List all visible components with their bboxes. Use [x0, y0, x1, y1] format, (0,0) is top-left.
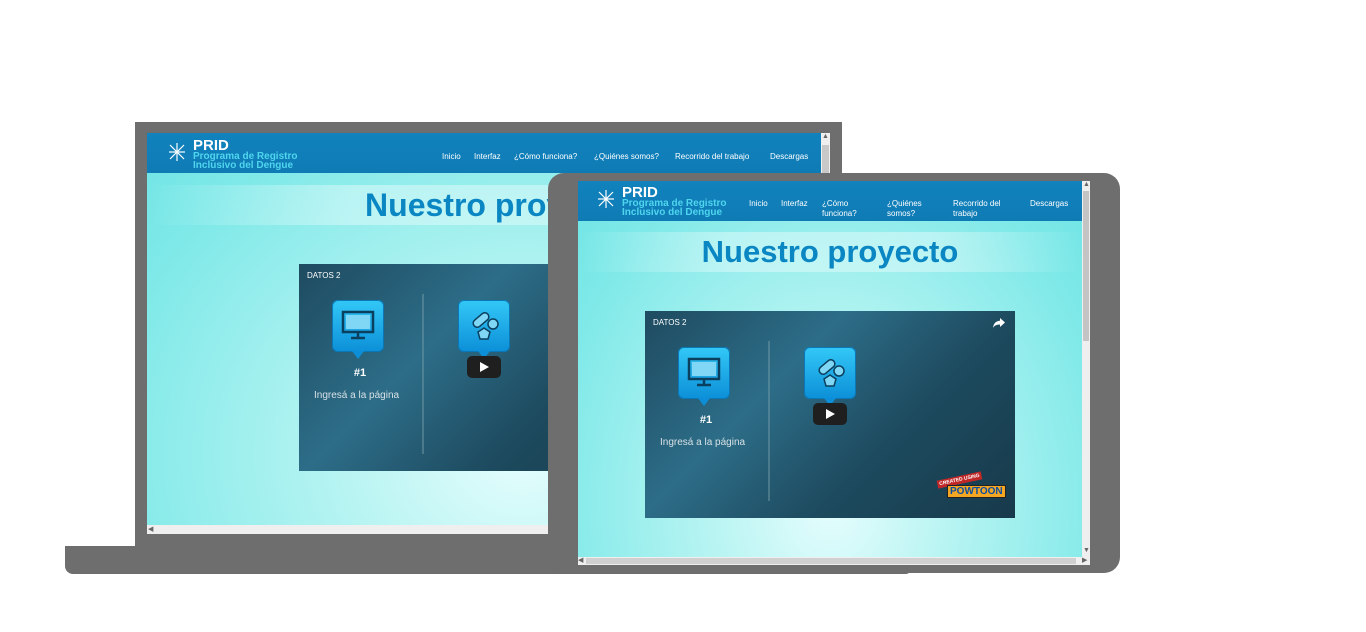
scroll-right-icon[interactable]: ▶ — [1082, 557, 1087, 565]
nav-recorrido-line1: Recorrido del — [953, 199, 1001, 208]
nav-inicio[interactable]: Inicio — [749, 199, 768, 209]
monitor-icon — [341, 310, 375, 340]
nav-quienes-somos[interactable]: ¿Quiénes somos? — [887, 199, 922, 219]
pills-tile — [458, 300, 510, 359]
scrollbar-thumb[interactable] — [1083, 191, 1089, 341]
nav-recorrido[interactable]: Recorrido del trabajo — [953, 199, 1001, 219]
page-title: Nuestro proyecto — [701, 234, 959, 269]
site-header: PRID Programa de Registro Inclusivo del … — [578, 181, 1082, 221]
video-player[interactable]: DATOS 2 #1 Ingresá a la página — [645, 311, 1015, 518]
video-title: DATOS 2 — [653, 318, 687, 327]
mosquito-logo-icon — [169, 143, 185, 161]
powtoon-watermark[interactable]: CREATED USING POWTOON — [936, 471, 1007, 506]
monitor-tile — [678, 347, 730, 406]
pills-icon — [818, 359, 845, 387]
nav-quienes-somos[interactable]: ¿Quiénes somos? — [594, 152, 659, 162]
scroll-up-icon[interactable]: ▲ — [822, 133, 829, 141]
step-number: #1 — [353, 367, 367, 379]
scroll-down-icon[interactable]: ▼ — [1083, 547, 1090, 555]
nav-como-line2: funciona? — [822, 209, 857, 218]
video-title: DATOS 2 — [307, 271, 341, 280]
play-button[interactable] — [813, 403, 847, 425]
nav-recorrido[interactable]: Recorrido del trabajo — [675, 152, 749, 162]
scroll-up-icon[interactable]: ▲ — [1083, 181, 1090, 189]
nav-inicio[interactable]: Inicio — [442, 152, 461, 162]
tablet-vertical-scrollbar[interactable]: ▲ ▼ — [1082, 181, 1090, 557]
monitor-icon — [687, 357, 721, 387]
nav-quienes-line2: somos? — [887, 209, 916, 218]
pills-icon — [472, 312, 499, 340]
nav-como-funciona[interactable]: ¿Cómo funciona? — [822, 199, 857, 219]
mosquito-logo-icon — [598, 190, 614, 208]
watermark-brand: POWTOON — [947, 485, 1006, 498]
scrollbar-thumb[interactable] — [586, 558, 1076, 564]
nav-descargas[interactable]: Descargas — [1030, 199, 1068, 209]
tablet-horizontal-scrollbar[interactable]: ◀ ▶ — [578, 557, 1090, 565]
video-divider — [768, 341, 770, 501]
scroll-left-icon[interactable]: ◀ — [578, 557, 583, 565]
share-icon[interactable] — [992, 317, 1006, 329]
nav-interfaz[interactable]: Interfaz — [474, 152, 501, 162]
step-number: #1 — [699, 414, 713, 426]
brand-subtitle-2: Inclusivo del Dengue — [193, 160, 294, 171]
brand-subtitle-2: Inclusivo del Dengue — [622, 207, 723, 218]
nav-interfaz[interactable]: Interfaz — [781, 199, 808, 209]
scroll-left-icon[interactable]: ◀ — [148, 526, 153, 534]
nav-como-funciona[interactable]: ¿Cómo funciona? — [514, 152, 577, 162]
step-text: Ingresá a la página — [660, 437, 746, 448]
video-divider — [422, 294, 424, 454]
nav-como-line1: ¿Cómo — [822, 199, 849, 208]
nav-descargas[interactable]: Descargas — [770, 152, 808, 162]
pills-tile — [804, 347, 856, 406]
step-text: Ingresá a la página — [314, 390, 400, 401]
title-band: Nuestro proyecto — [578, 232, 1082, 272]
play-button[interactable] — [467, 356, 501, 378]
nav-recorrido-line2: trabajo — [953, 209, 978, 218]
monitor-tile — [332, 300, 384, 359]
tablet-screen: PRID Programa de Registro Inclusivo del … — [578, 181, 1082, 557]
site-header: PRID Programa de Registro Inclusivo del … — [147, 133, 830, 173]
nav-quienes-line1: ¿Quiénes — [887, 199, 922, 208]
tile-pin — [352, 351, 364, 359]
tile-pin — [698, 398, 710, 406]
